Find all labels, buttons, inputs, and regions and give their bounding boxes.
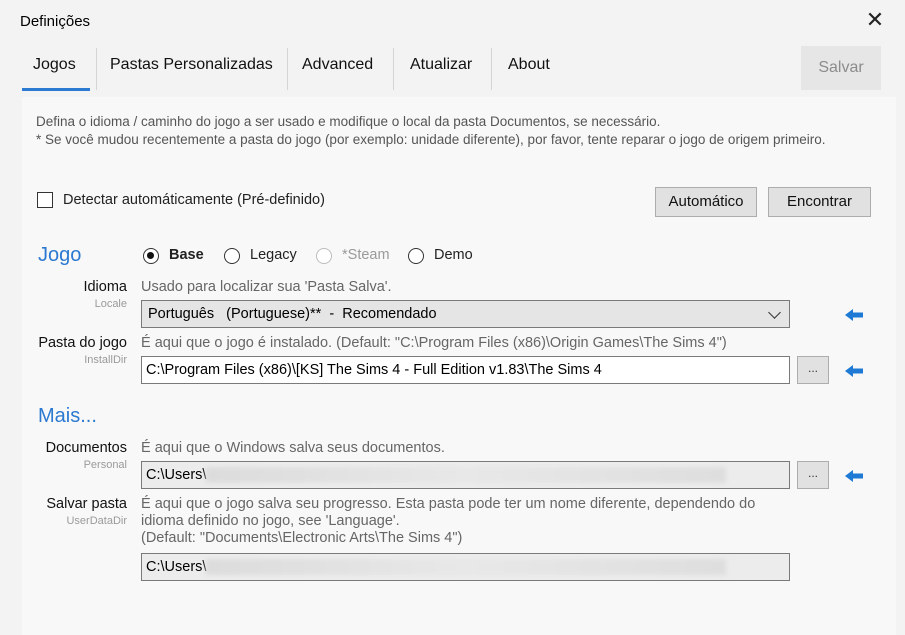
install-dir-key: InstallDir (84, 354, 127, 366)
radio-steam (316, 248, 332, 264)
automatic-button[interactable]: Automático (655, 187, 757, 217)
description-line-2: * Se você mudou recentemente a pasta do … (36, 132, 826, 147)
more-section-title: Mais... (38, 405, 97, 427)
chevron-down-icon (768, 306, 781, 319)
save-folder-key: UserDataDir (66, 515, 127, 527)
tab-atualizar[interactable]: Atualizar (410, 56, 472, 74)
save-folder-hint-line-3: (Default: "Documents\Electronic Arts\The… (141, 530, 463, 546)
language-label: Idioma (83, 279, 127, 295)
active-tab-indicator (22, 88, 90, 91)
radio-demo-label[interactable]: Demo (434, 247, 473, 263)
save-folder-hint-line-1: É aqui que o jogo salva seu progresso. E… (141, 496, 756, 512)
radio-base[interactable] (143, 248, 159, 264)
arrow-left-icon[interactable] (845, 309, 863, 321)
save-folder-hint-line-2: idioma definido no jogo, see 'Language'. (141, 513, 400, 529)
tab-divider (491, 48, 492, 90)
tab-about[interactable]: About (508, 56, 550, 74)
install-dir-hint: É aqui que o jogo é instalado. (Default:… (141, 335, 727, 351)
language-value: Português (Portuguese)** - Recomendado (148, 306, 437, 322)
install-dir-input[interactable]: C:\Program Files (x86)\[KS] The Sims 4 -… (141, 356, 790, 384)
radio-legacy[interactable] (224, 248, 240, 264)
save-button[interactable]: Salvar (801, 46, 881, 90)
find-button[interactable]: Encontrar (768, 187, 871, 217)
tab-jogos[interactable]: Jogos (33, 56, 76, 74)
close-icon[interactable]: ✕ (864, 9, 886, 31)
description-line-1: Defina o idioma / caminho do jogo a ser … (36, 114, 661, 129)
documents-value: C:\Users\ (146, 467, 207, 483)
tab-divider (287, 48, 288, 90)
tab-pastas-personalizadas[interactable]: Pastas Personalizadas (110, 56, 273, 74)
language-key: Locale (94, 298, 127, 310)
tab-divider (96, 48, 97, 90)
game-section-title: Jogo (38, 244, 82, 266)
save-folder-label: Salvar pasta (46, 496, 127, 512)
documents-label: Documentos (45, 440, 127, 456)
settings-window: Definições ✕ Jogos Pastas Personalizadas… (0, 0, 905, 635)
radio-base-label[interactable]: Base (169, 247, 204, 263)
save-folder-value: C:\Users\ (146, 559, 207, 575)
documents-key: Personal (83, 459, 127, 471)
description-text: Defina o idioma / caminho do jogo a ser … (36, 113, 876, 149)
radio-steam-label: *Steam (342, 247, 390, 263)
tab-bar: Jogos Pastas Personalizadas Advanced Atu… (0, 44, 905, 92)
tab-divider (393, 48, 394, 90)
language-hint: Usado para localizar sua 'Pasta Salva'. (141, 279, 392, 295)
install-dir-browse-button[interactable]: ... (797, 356, 829, 384)
documents-browse-button[interactable]: ... (797, 461, 829, 489)
redacted-blur (206, 467, 727, 484)
documents-hint: É aqui que o Windows salva seus document… (141, 440, 445, 456)
redacted-blur (206, 559, 727, 576)
radio-demo[interactable] (408, 248, 424, 264)
window-title: Definições (20, 13, 91, 30)
save-folder-input[interactable]: C:\Users\ (141, 553, 790, 581)
install-dir-label: Pasta do jogo (38, 335, 127, 351)
tab-advanced[interactable]: Advanced (302, 56, 373, 74)
auto-detect-label[interactable]: Detectar automáticamente (Pré-definido) (63, 192, 325, 208)
arrow-left-icon[interactable] (845, 365, 863, 377)
language-dropdown[interactable]: Português (Portuguese)** - Recomendado (141, 300, 790, 328)
auto-detect-checkbox[interactable] (37, 192, 53, 208)
save-folder-hint: É aqui que o jogo salva seu progresso. E… (141, 496, 755, 547)
radio-legacy-label[interactable]: Legacy (250, 247, 297, 263)
documents-input[interactable]: C:\Users\ (141, 461, 790, 489)
arrow-left-icon[interactable] (845, 470, 863, 482)
